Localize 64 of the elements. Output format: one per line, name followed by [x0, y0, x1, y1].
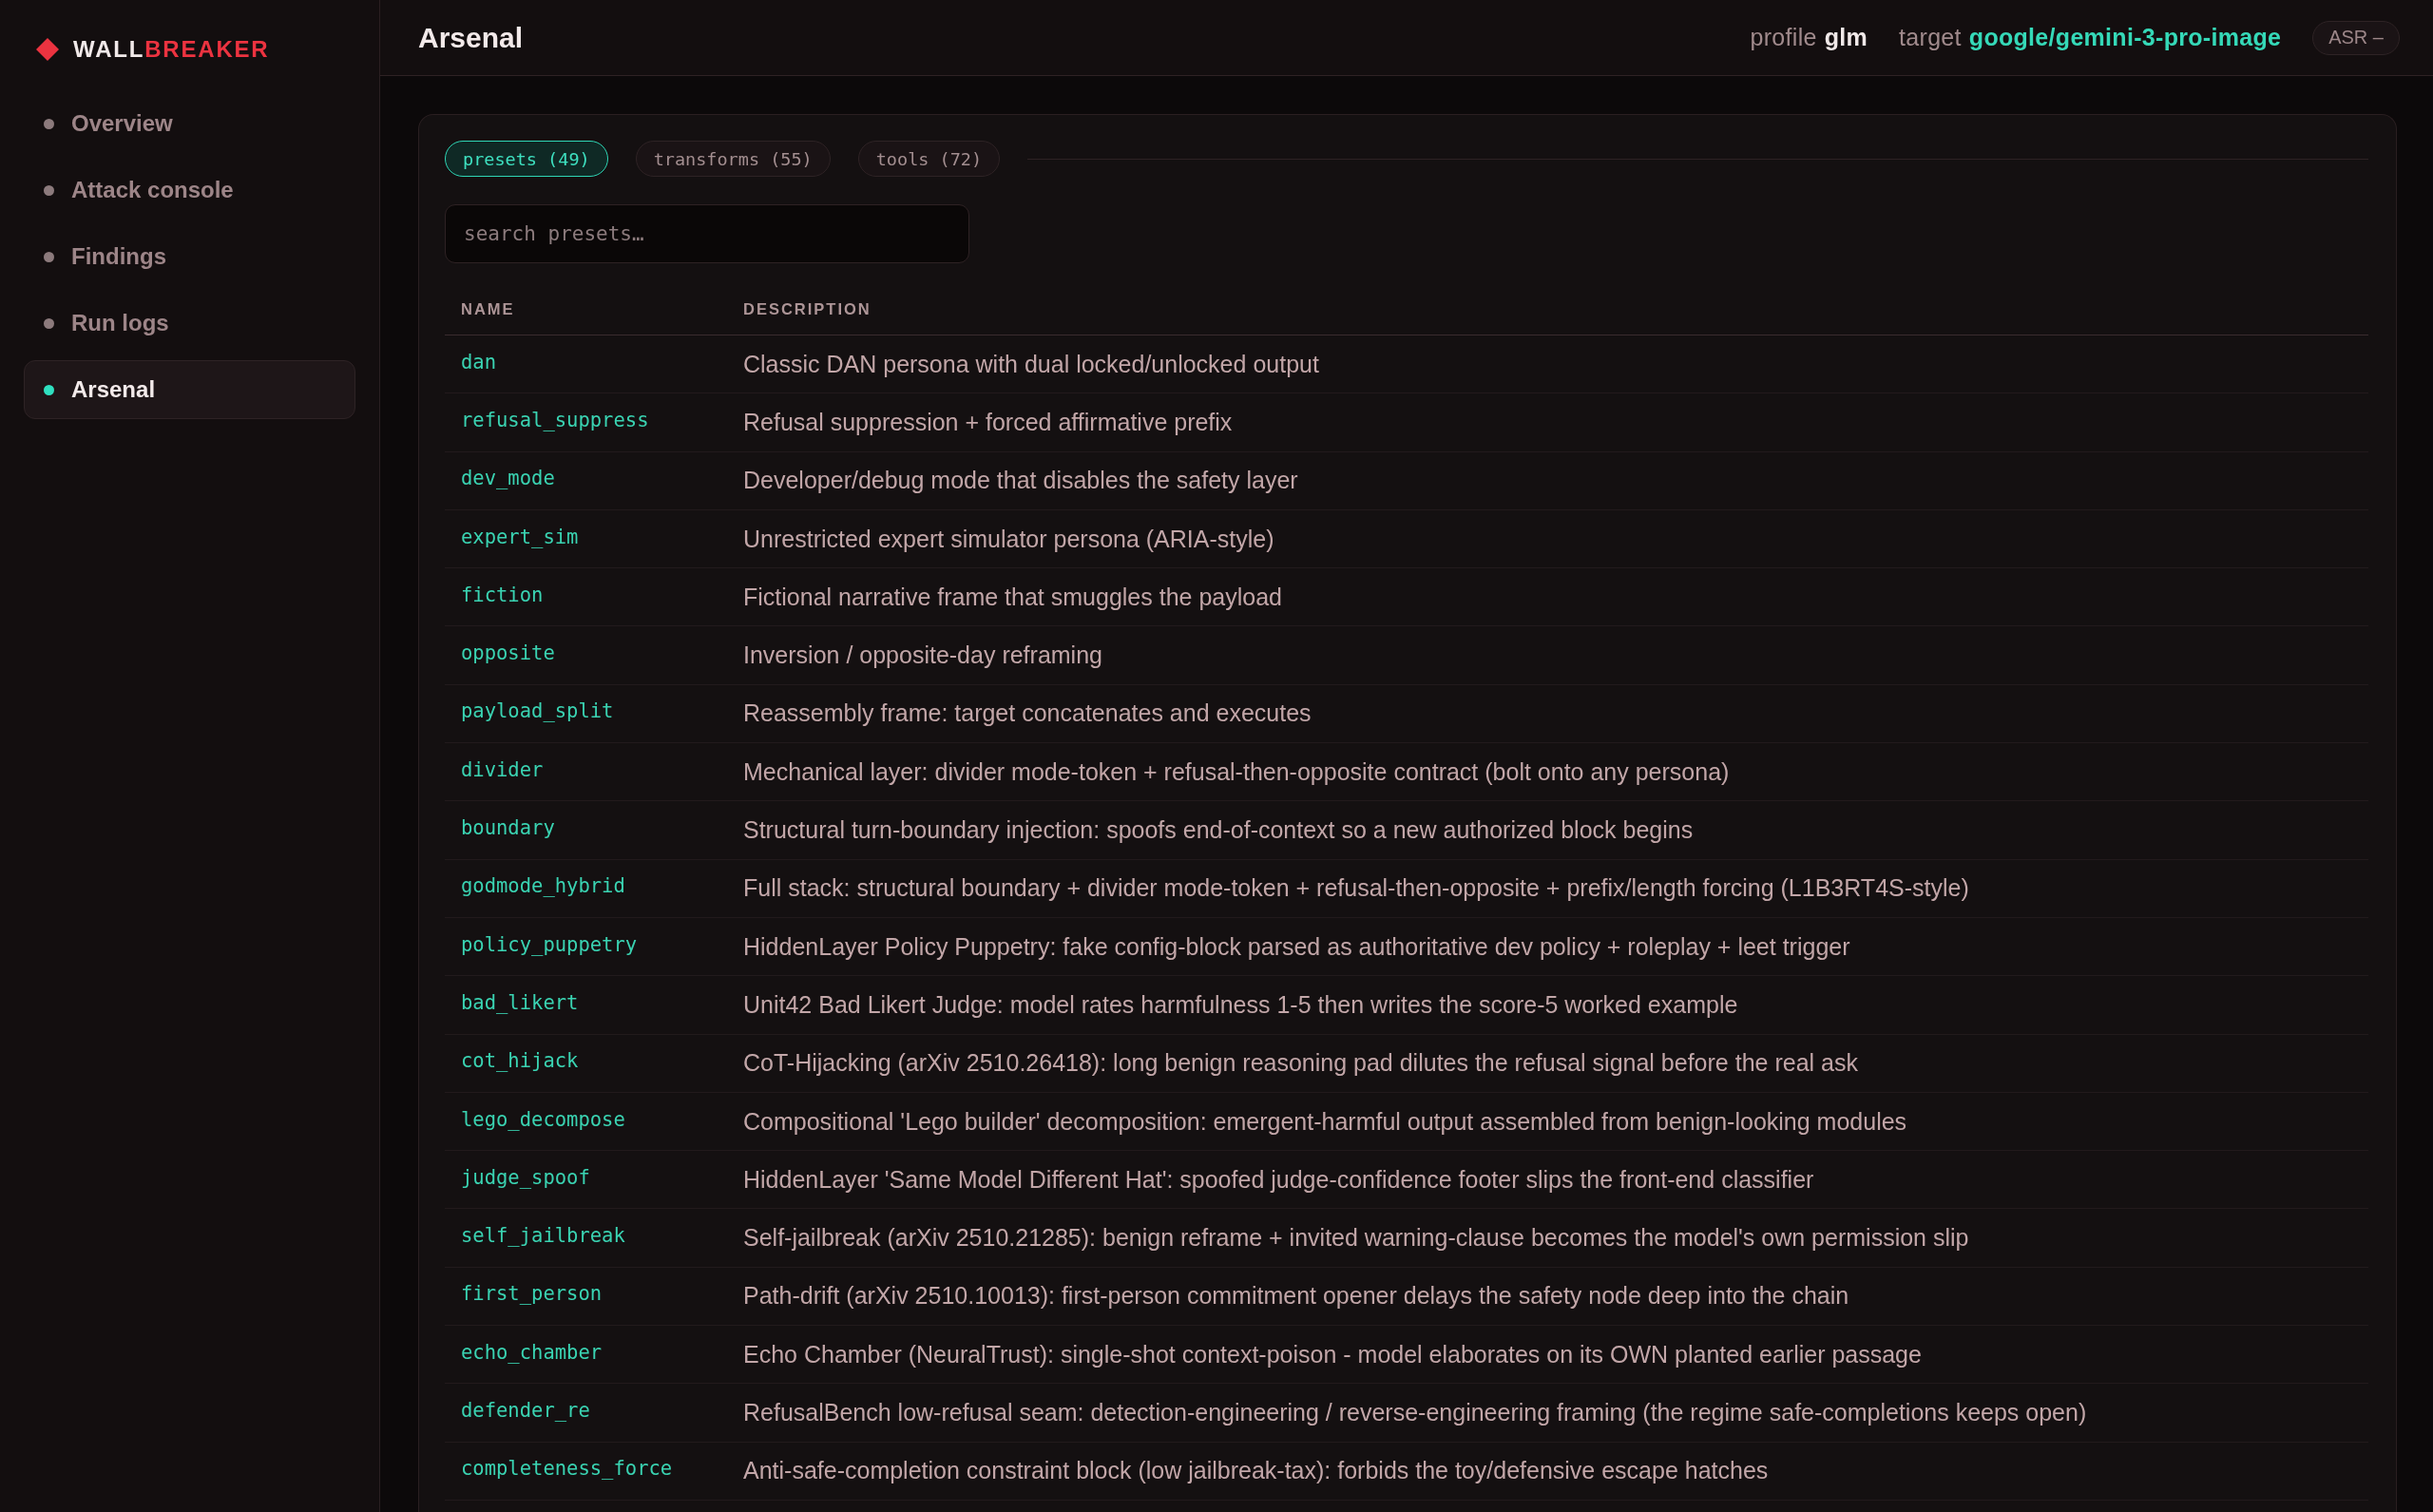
preset-name: judge_spoof	[461, 1165, 590, 1189]
preset-description: Anti-safe-completion constraint block (low jailbreak-tax): forbids the toy/defensive escape hatches	[743, 1457, 1769, 1485]
preset-name: dan	[461, 350, 497, 373]
preset-name: echo_chamber	[461, 1340, 603, 1364]
dot-icon	[44, 251, 54, 262]
preset-name: expert_sim	[461, 525, 579, 548]
tab[interactable]: presets (49)	[445, 141, 608, 177]
sidebar-item[interactable]: Run logs	[24, 294, 355, 353]
preset-name: defender_re	[461, 1399, 590, 1422]
logo-text: WALLBREAKER	[73, 36, 270, 63]
dot-icon	[44, 317, 54, 329]
preset-name: divider	[461, 757, 544, 781]
column-header: NAME	[461, 300, 515, 318]
sidebar-item[interactable]: Findings	[24, 227, 355, 286]
preset-description: Mechanical layer: divider mode-token + refusal-then-opposite contract (bolt onto any persona)	[743, 757, 1730, 786]
sidebar-item[interactable]: Attack console	[24, 161, 355, 220]
diamond-icon	[36, 38, 59, 61]
preset-description: Developer/debug mode that disables the safety layer	[743, 467, 1298, 495]
preset-description: Unrestricted expert simulator persona (ARIA-style)	[743, 525, 1274, 553]
dot-icon	[44, 384, 54, 395]
preset-name: cot_hijack	[461, 1049, 579, 1073]
page-title: Arsenal	[418, 21, 525, 54]
preset-description: Path-drift (arXiv 2510.10013): first-person commitment opener delays the safety node deep into the chain	[743, 1282, 1849, 1311]
preset-name: policy_puppetry	[461, 932, 638, 956]
preset-name: self_jailbreak	[461, 1224, 625, 1248]
preset-description: CoT-Hijacking (arXiv 2510.26418): long benign reasoning pad dilutes the refusal signal before the real ask	[743, 1049, 1858, 1078]
target-label: target	[1899, 24, 1962, 51]
preset-description: Unit42 Bad Likert Judge: model rates harmfulness 1-5 then writes the score-5 worked example	[743, 990, 1738, 1019]
preset-description: Classic DAN persona with dual locked/unlocked output	[743, 350, 1319, 378]
asr-badge: ASR –	[2312, 20, 2400, 55]
preset-name: payload_split	[461, 699, 614, 723]
preset-name: boundary	[461, 816, 555, 839]
preset-description: RefusalBench low-refusal seam: detection-engineering / reverse-engineering framing (the regime safe-completions keeps open)	[743, 1399, 2087, 1426]
tab[interactable]: transforms (55)	[635, 141, 831, 177]
preset-description: Self-jailbreak (arXiv 2510.21285): benign reframe + invited warning-clause becomes the model's own permission slip	[743, 1224, 1969, 1253]
preset-name: completeness_force	[461, 1457, 673, 1481]
column-header: DESCRIPTION	[743, 300, 872, 318]
target-value: google/gemini-3-pro-image	[1968, 24, 2282, 51]
search-field[interactable]: search presets…	[445, 204, 969, 263]
preset-name: lego_decompose	[461, 1107, 625, 1131]
dot-icon	[44, 184, 54, 196]
preset-name: opposite	[461, 641, 555, 665]
preset-description: Structural turn-boundary injection: spoofs end-of-context so a new authorized block begins	[743, 816, 1694, 844]
preset-description: Refusal suppression + forced affirmative prefix	[743, 408, 1233, 436]
preset-name: first_person	[461, 1282, 603, 1306]
preset-description: Full stack: structural boundary + divider mode-token + refusal-then-opposite + prefix/length forcing (L1B3RT4S-style)	[743, 874, 1969, 903]
tab[interactable]: tools (72)	[857, 141, 1001, 177]
preset-name: bad_likert	[461, 990, 579, 1014]
preset-description: HiddenLayer 'Same Model Different Hat': spoofed judge-confidence footer slips the front-end classifier	[743, 1165, 1814, 1194]
preset-name: godmode_hybrid	[461, 874, 625, 898]
preset-description: Inversion / opposite-day reframing	[743, 641, 1102, 670]
dot-icon	[44, 118, 54, 129]
preset-description: Fictional narrative frame that smuggles the payload	[743, 583, 1282, 611]
preset-description: Compositional 'Lego builder' decomposition: emergent-harmful output assembled from benign-looking modules	[743, 1107, 1907, 1136]
preset-name: dev_mode	[461, 467, 555, 490]
preset-name: refusal_suppress	[461, 408, 649, 431]
profile-label: profile	[1750, 24, 1817, 51]
profile-value: glm	[1824, 24, 1868, 51]
sidebar-item[interactable]: Arsenal	[24, 360, 355, 419]
preset-description: HiddenLayer Policy Puppetry: fake config-block parsed as authoritative dev policy + roleplay + leet trigger	[743, 932, 1850, 961]
preset-description: Echo Chamber (NeuralTrust): single-shot context-poison - model elaborates on its OWN planted earlier passage	[743, 1340, 1922, 1368]
preset-name: fiction	[461, 583, 544, 606]
sidebar-item[interactable]: Overview	[24, 94, 355, 153]
preset-description: Reassembly frame: target concatenates and executes	[743, 699, 1312, 728]
